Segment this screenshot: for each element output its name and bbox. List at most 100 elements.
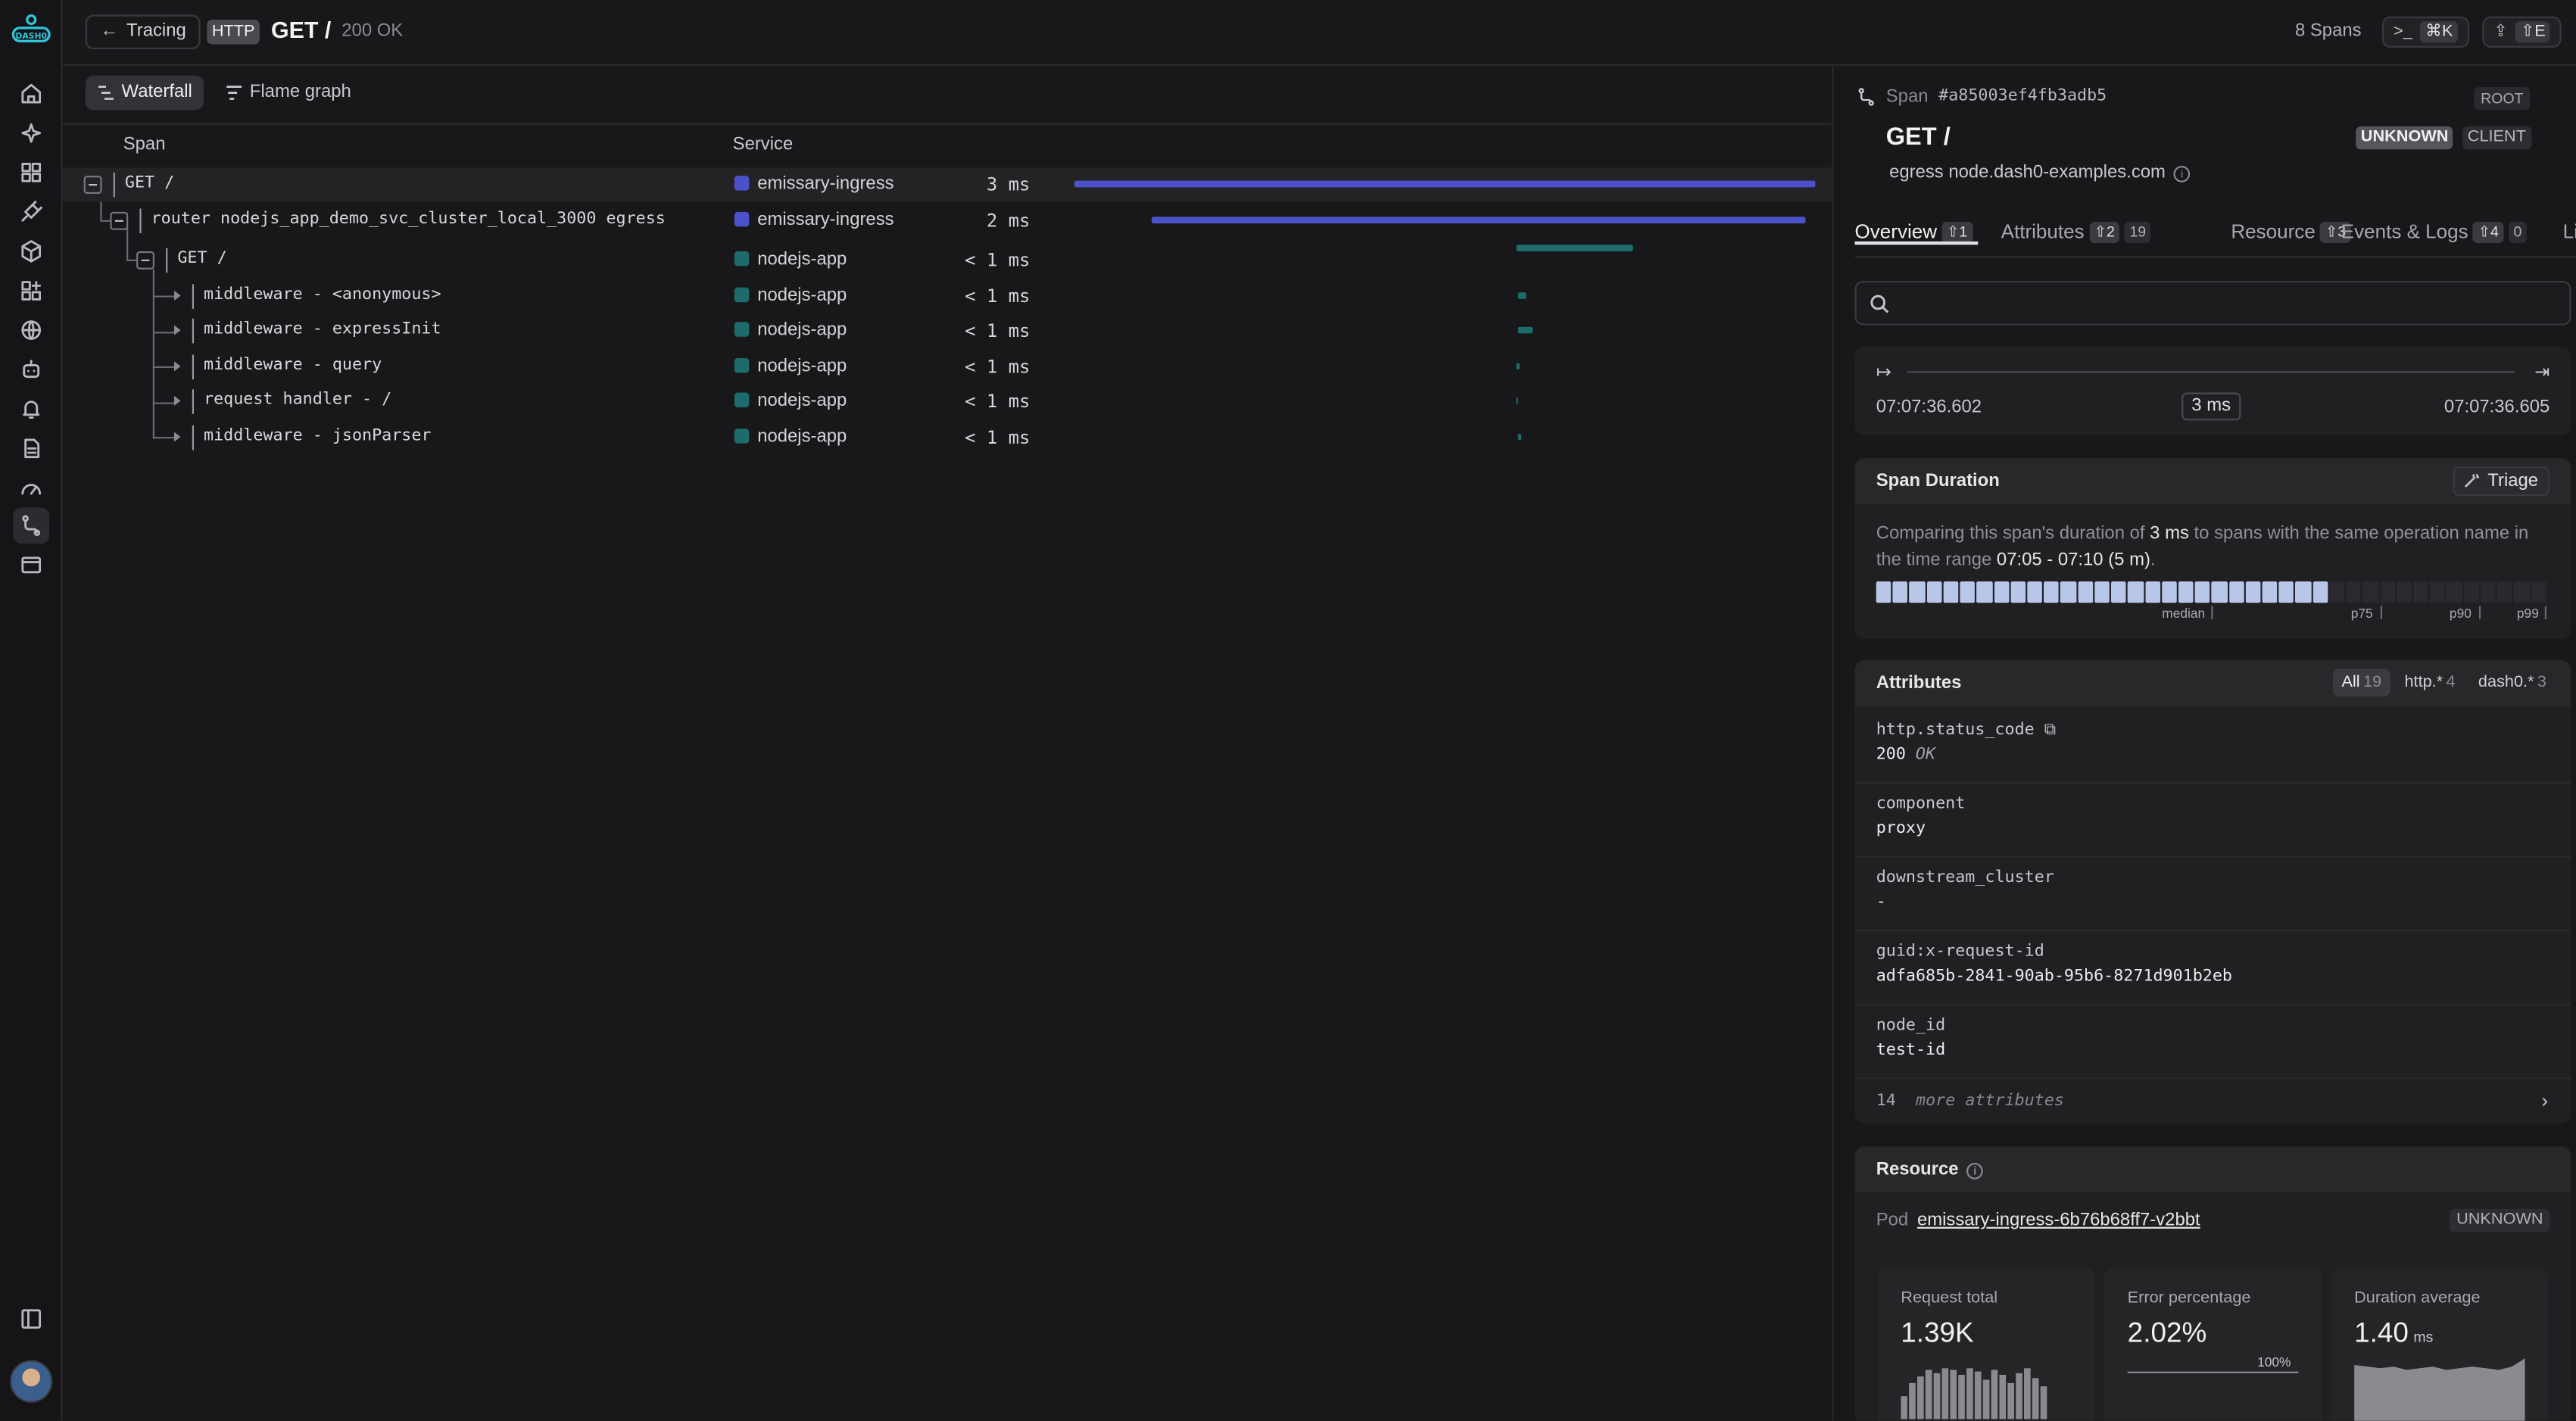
p75-label: p75 (2350, 606, 2373, 622)
histogram-bucket (2144, 581, 2160, 603)
span-name: GET / (177, 249, 227, 268)
window-icon[interactable] (13, 547, 49, 583)
span-duration: < 1 ms (965, 356, 1031, 379)
external-link-icon[interactable]: ⧉ (2044, 721, 2056, 739)
span-row[interactable]: GET / nodejs-app < 1 ms (62, 243, 1832, 278)
svg-text:DASH0: DASH0 (15, 31, 47, 41)
span-timeline-bar[interactable] (1074, 180, 1816, 188)
span-row[interactable]: middleware - <anonymous> nodejs-app < 1 ms (62, 279, 1832, 314)
histogram-bucket (2194, 581, 2210, 603)
logs-icon[interactable] (13, 430, 49, 466)
left-nav: DASH0 (0, 0, 63, 1421)
plug-icon[interactable] (13, 194, 49, 230)
collapse-toggle-icon[interactable] (110, 211, 129, 230)
attribute-value-text: 200 (1876, 746, 1906, 764)
column-header-span[interactable]: Span (123, 135, 166, 154)
divider (1854, 1077, 2571, 1080)
bot-icon[interactable] (13, 351, 49, 388)
magic-wand-icon (2465, 473, 2480, 488)
sparkle-icon[interactable] (13, 115, 49, 151)
collapse-toggle-icon[interactable] (83, 176, 102, 195)
triage-button[interactable]: Triage (2453, 466, 2550, 497)
collapse-toggle-icon[interactable] (136, 251, 154, 270)
attribute-row[interactable]: component proxy (1876, 795, 1966, 837)
span-row[interactable]: middleware - query nodejs-app < 1 ms (62, 350, 1832, 385)
span-timeline-bar[interactable] (1516, 245, 1633, 251)
filter-dash0[interactable]: dash0.* 3 (2470, 668, 2555, 696)
sidebar-toggle-icon[interactable] (13, 1301, 49, 1337)
service-name: nodejs-app (757, 249, 847, 270)
span-id[interactable]: #a85003ef4fb3adb5 (1938, 87, 2107, 105)
span-timeline-bar[interactable] (1517, 433, 1522, 441)
tab-resource-label: Resource (2231, 220, 2316, 244)
span-timeline-bar[interactable] (1151, 217, 1806, 224)
metric-unit: ms (2413, 1329, 2434, 1345)
triage-label: Triage (2487, 471, 2539, 491)
avatar[interactable] (10, 1360, 53, 1403)
attribute-row[interactable]: http.status_code ⧉ 200 OK (1876, 721, 2057, 763)
jump-end-icon[interactable]: ⇥ (2534, 361, 2549, 382)
span-title: GET / (1885, 123, 1951, 151)
tab-resource[interactable]: Resource ⇧3 (2231, 220, 2351, 244)
metric-error-percentage[interactable]: Error percentage 2.02% 100% (2104, 1267, 2322, 1421)
span-timeline-bar[interactable] (1517, 326, 1533, 334)
pod-link[interactable]: emissary-ingress-6b76b68ff7-v2bbt (1917, 1211, 2200, 1230)
histogram-bucket (1960, 581, 1976, 603)
search-input[interactable] (1854, 281, 2571, 326)
tree-arrow-icon (173, 291, 181, 301)
jump-start-icon[interactable]: ↦ (1876, 361, 1891, 382)
tracing-icon[interactable] (13, 507, 50, 544)
span-timeline-bar[interactable] (1516, 363, 1520, 370)
span-duration: < 1 ms (965, 391, 1031, 413)
tab-attributes[interactable]: Attributes ⇧2 19 (2001, 220, 2151, 244)
span-row[interactable]: middleware - expressInit nodejs-app < 1 ms (62, 313, 1832, 348)
span-row[interactable]: router nodejs_app_demo_svc_cluster_local… (62, 204, 1832, 238)
tab-flame-graph[interactable]: Flame graph (214, 76, 363, 111)
filter-all[interactable]: All 19 (2333, 668, 2390, 696)
span-timeline-bar[interactable] (1516, 397, 1518, 404)
span-name: GET / (124, 173, 175, 192)
histogram-bucket (2262, 581, 2278, 603)
sparkline-bar (1916, 1376, 1924, 1419)
attribute-key: node_id (1876, 1017, 1946, 1035)
span-duration: 2 ms (986, 210, 1031, 232)
home-icon[interactable] (13, 76, 49, 112)
widgets-icon[interactable] (13, 273, 49, 309)
tab-links[interactable]: Li (2563, 220, 2576, 243)
histogram-bucket (2379, 581, 2395, 603)
metric-request-total[interactable]: Request total 1.39K (1877, 1267, 2095, 1421)
info-icon[interactable]: i (1966, 1163, 1984, 1179)
tab-waterfall[interactable]: Waterfall (85, 75, 204, 111)
command-palette-button[interactable]: >_ ⌘K (2381, 16, 2470, 48)
back-to-tracing-button[interactable]: ← Tracing (85, 14, 201, 50)
globe-icon[interactable] (13, 312, 49, 348)
span-row[interactable]: middleware - jsonParser nodejs-app < 1 ms (62, 420, 1832, 455)
histogram-bucket (1926, 581, 1942, 603)
tab-overview[interactable]: Overview ⇧1 (1854, 220, 1979, 245)
share-shortcut: ⇧E (2515, 21, 2551, 43)
span-row[interactable]: GET / emissary-ingress 3 ms (62, 167, 1832, 202)
attribute-row[interactable]: downstream_cluster - (1876, 869, 2054, 911)
span-row[interactable]: request handler - / nodejs-app < 1 ms (62, 385, 1832, 419)
bell-icon[interactable] (13, 391, 49, 427)
info-icon[interactable]: i (2173, 166, 2191, 182)
column-header-service[interactable]: Service (733, 135, 794, 154)
dashboards-icon[interactable] (13, 154, 49, 191)
more-attributes-link[interactable]: 14 more attributes (1876, 1092, 2064, 1111)
duration-text-before: Comparing this span's duration of (1876, 524, 2150, 544)
tab-events-logs[interactable]: Events & Logs ⇧4 0 (2341, 220, 2527, 244)
chevron-right-icon[interactable]: › (2541, 1089, 2548, 1111)
histogram-bucket (2161, 581, 2177, 603)
filter-http[interactable]: http.* 4 (2397, 668, 2464, 696)
attribute-row[interactable]: node_id test-id (1876, 1017, 1945, 1059)
attribute-key-text: http.status_code (1876, 721, 2035, 740)
span-duration-title: Span Duration (1876, 471, 2000, 491)
span-timeline-bar[interactable] (1517, 292, 1527, 299)
share-button[interactable]: ⇪ ⇧E (2482, 16, 2562, 48)
attribute-row[interactable]: guid:x-request-id adfa685b-2841-90ab-95b… (1876, 943, 2232, 985)
gauge-icon[interactable] (13, 470, 49, 506)
dash0-logo-icon[interactable]: DASH0 (11, 13, 51, 45)
time-start: 07:07:36.602 (1876, 397, 1982, 418)
cube-icon[interactable] (13, 233, 49, 270)
metric-duration-average[interactable]: Duration average 1.40 ms (2331, 1267, 2549, 1421)
